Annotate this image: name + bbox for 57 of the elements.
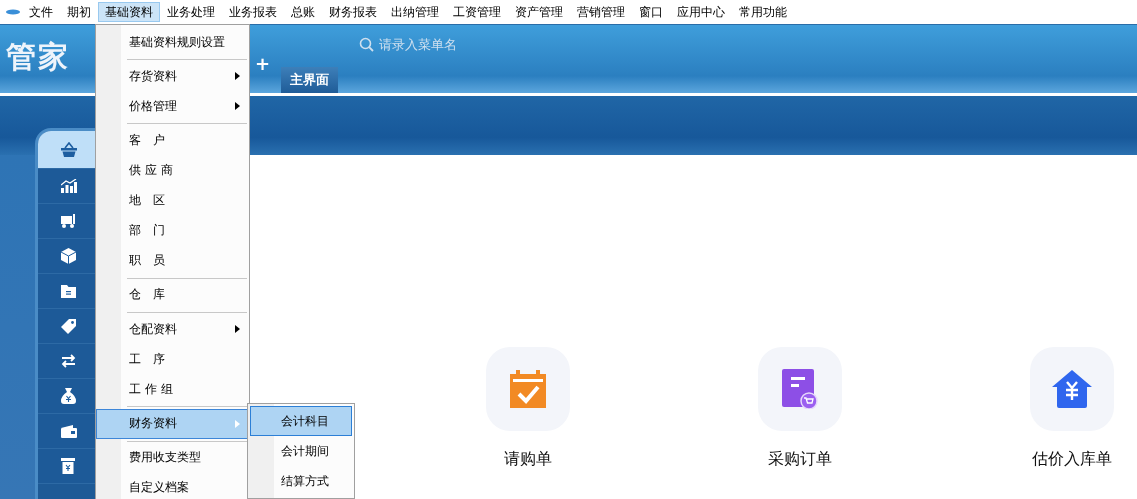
menu-bar-item[interactable]: 应用中心: [670, 2, 732, 22]
box-icon: [61, 248, 76, 264]
cash-register-icon: [61, 458, 75, 474]
menu-bar-item[interactable]: 期初: [60, 2, 98, 22]
shortcut-label: 采购订单: [768, 449, 832, 470]
truck-icon: [61, 214, 78, 228]
menu-bar-item[interactable]: 营销管理: [570, 2, 632, 22]
menu-item[interactable]: 结算方式: [250, 466, 352, 496]
bar-chart-icon: [61, 179, 77, 193]
logo-suffix: +: [255, 53, 271, 74]
menu-item[interactable]: 职 员: [96, 245, 249, 276]
menu-bar-item[interactable]: 业务报表: [222, 2, 284, 22]
menu-bar-item[interactable]: 常用功能: [732, 2, 794, 22]
document-cart-icon: [782, 369, 818, 409]
folder-icon: [61, 284, 76, 298]
basket-icon: [61, 141, 77, 158]
tag-icon: [61, 318, 76, 334]
menu-bar-item[interactable]: 出纳管理: [384, 2, 446, 22]
menu-bar-item[interactable]: 窗口: [632, 2, 670, 22]
logo-text: 管家: [6, 38, 70, 76]
menu-item[interactable]: 会计期间: [250, 436, 352, 466]
tab[interactable]: 主界面: [281, 67, 339, 93]
shortcut-label: 估价入库单: [1032, 449, 1112, 470]
menu-bar-item[interactable]: 业务处理: [160, 2, 222, 22]
search-icon: [359, 37, 375, 52]
menu-item[interactable]: 客 户: [96, 125, 249, 156]
menu-item[interactable]: 工 作 组: [96, 374, 249, 405]
money-bag-icon: [61, 388, 76, 404]
wallet-icon: [61, 424, 77, 438]
menu-item[interactable]: 自定义档案: [96, 472, 249, 499]
swap-arrows-icon: [61, 354, 76, 368]
menu-item[interactable]: 地 区: [96, 185, 249, 216]
shortcut-label: 请购单: [504, 449, 552, 470]
menu-item[interactable]: 存货资料: [96, 61, 249, 92]
menu-bar-item[interactable]: 总账: [284, 2, 322, 22]
calendar-check-icon: [510, 370, 546, 408]
menu-bar-item[interactable]: 工资管理: [446, 2, 508, 22]
shortcut-button[interactable]: [486, 347, 570, 431]
shortcut-button[interactable]: [1030, 347, 1114, 431]
menu-bar-item[interactable]: 基础资料: [98, 2, 160, 22]
menu-bar-item[interactable]: 文件: [22, 2, 60, 22]
menu-item[interactable]: 价格管理: [96, 91, 249, 122]
menu-item[interactable]: 财务资料: [96, 408, 249, 439]
menu-item[interactable]: 会计科目: [250, 406, 352, 436]
house-yen-icon: [1052, 370, 1092, 408]
menu-item[interactable]: 供 应 商: [96, 155, 249, 186]
menu-item[interactable]: 基础资料规则设置: [96, 27, 249, 57]
shortcut-button[interactable]: [758, 347, 842, 431]
menu-bar-item[interactable]: 资产管理: [508, 2, 570, 22]
menu-item[interactable]: 仓配资料: [96, 314, 249, 345]
menu-item[interactable]: 工 序: [96, 344, 249, 375]
menu-bar-item[interactable]: 财务报表: [322, 2, 384, 22]
app-logo-icon: [4, 8, 20, 16]
menu-item[interactable]: 仓 库: [96, 280, 249, 310]
search-field[interactable]: 请录入菜单名: [359, 37, 530, 52]
menu-item[interactable]: 部 门: [96, 215, 249, 246]
menu-item[interactable]: 费用收支类型: [96, 442, 249, 473]
